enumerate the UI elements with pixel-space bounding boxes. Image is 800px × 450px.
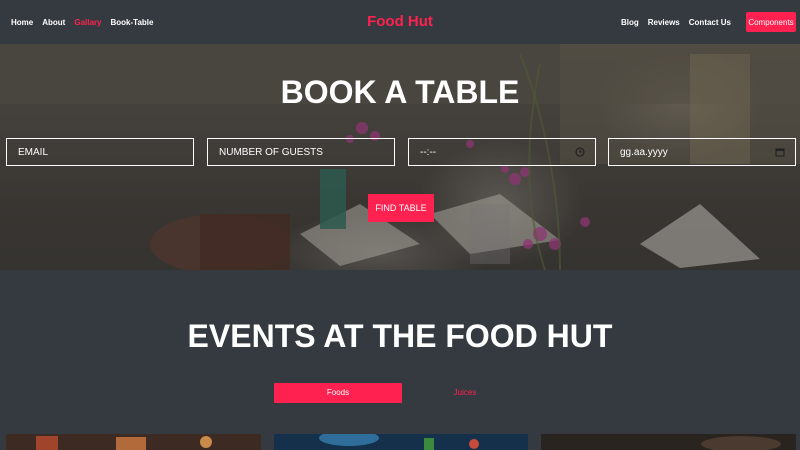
nav-link-blog[interactable]: Blog [621,18,639,27]
email-placeholder: EMAIL [18,146,49,158]
events-section: EVENTS AT THE FOOD HUT Foods Juices [0,270,800,450]
date-input[interactable]: gg.aa.yyyy [608,138,796,166]
clock-icon[interactable] [575,147,585,157]
nav-right-links: Blog Reviews Contact Us Components [621,0,800,44]
nav-link-book-table[interactable]: Book-Table [110,18,153,27]
calendar-icon[interactable] [775,147,785,157]
guests-placeholder: NUMBER OF GUESTS [219,146,323,158]
nav-link-about[interactable]: About [42,18,65,27]
events-title: EVENTS AT THE FOOD HUT [187,318,613,354]
event-image-3[interactable] [541,434,796,450]
nav-left-links: Home About Gallary Book-Table [11,0,162,44]
components-button[interactable]: Components [746,12,796,32]
email-input[interactable]: EMAIL [6,138,194,166]
find-table-button[interactable]: FIND TABLE [368,194,434,222]
navbar: Home About Gallary Book-Table Food Hut B… [0,0,800,44]
date-placeholder: gg.aa.yyyy [620,146,668,158]
hero-section: BOOK A TABLE EMAIL NUMBER OF GUESTS --:-… [0,44,800,270]
nav-link-reviews[interactable]: Reviews [648,18,680,27]
event-image-2[interactable] [274,434,528,450]
time-placeholder: --:-- [420,146,437,158]
book-table-title: BOOK A TABLE [280,74,520,110]
guests-input[interactable]: NUMBER OF GUESTS [207,138,395,166]
tab-foods[interactable]: Foods [274,383,402,403]
nav-link-gallary[interactable]: Gallary [74,18,101,27]
time-input[interactable]: --:-- [408,138,596,166]
nav-link-home[interactable]: Home [11,18,33,27]
event-image-1[interactable] [6,434,261,450]
nav-link-contact-us[interactable]: Contact Us [689,18,731,27]
tab-juices[interactable]: Juices [401,383,529,403]
brand-logo-text[interactable]: Food Hut [367,13,433,30]
